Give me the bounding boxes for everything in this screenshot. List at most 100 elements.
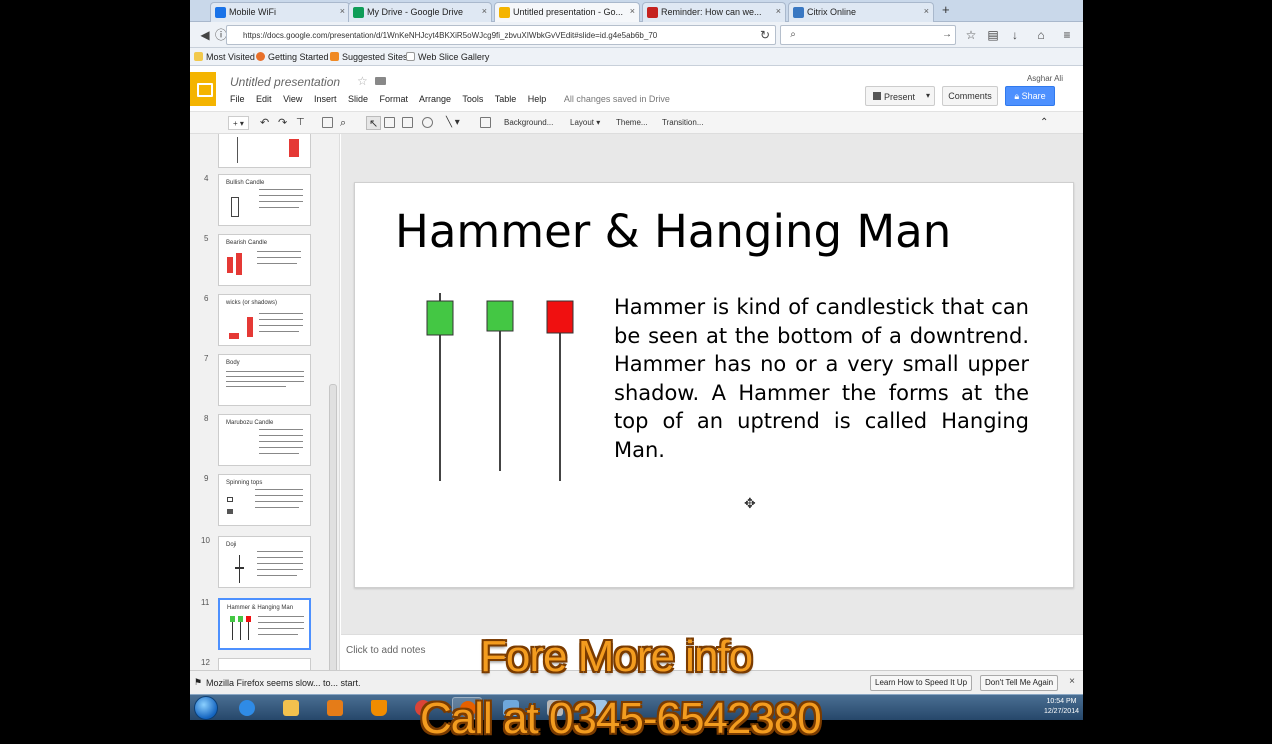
thumb-wick (237, 137, 238, 163)
close-icon[interactable]: × (340, 6, 345, 16)
bookmarks-toolbar: Most Visited Getting Started Suggested S… (190, 48, 1083, 66)
collapse-icon[interactable]: ⌃ (1040, 116, 1048, 130)
slide-thumbnail-8[interactable]: Marubozu Candle (218, 414, 311, 466)
learn-speed-up-button[interactable]: Learn How to Speed It Up (870, 675, 973, 691)
filmstrip-scrollbar[interactable] (329, 384, 337, 670)
menu-icon[interactable]: ≡ (1058, 26, 1076, 44)
slide-title[interactable]: Hammer & Hanging Man (395, 205, 951, 258)
folder-icon[interactable] (375, 77, 386, 85)
close-icon[interactable]: × (630, 6, 635, 16)
search-input[interactable] (780, 25, 956, 45)
tab-google-drive[interactable]: My Drive - Google Drive × (348, 2, 492, 22)
menu-bar: File Edit View Insert Slide Format Arran… (230, 94, 679, 104)
layout-button[interactable]: Layout ▾ (570, 116, 600, 130)
slide-thumbnail-3[interactable] (218, 134, 311, 168)
slide-filmstrip[interactable]: 4 Bullish Candle 5 Bearish Candle 6 wick… (190, 134, 340, 670)
star-icon[interactable]: ☆ (962, 26, 980, 44)
share-button[interactable]: 🔒︎ Share (1005, 86, 1055, 106)
vlc-icon (371, 700, 387, 716)
thumb-candle (236, 253, 242, 275)
slide-thumbnail-5[interactable]: Bearish Candle (218, 234, 311, 286)
slide-thumbnail-11[interactable]: Hammer & Hanging Man (218, 598, 311, 650)
slide-thumbnail-10[interactable]: Doji (218, 536, 311, 588)
tab-reminder[interactable]: Reminder: How can we... × (642, 2, 786, 22)
system-clock[interactable]: 10:54 PM 12/27/2014 (1044, 697, 1079, 717)
menu-edit[interactable]: Edit (256, 94, 272, 104)
slide-canvas[interactable]: Hammer & Hanging Man Hammer is kind of c… (354, 182, 1074, 588)
menu-insert[interactable]: Insert (314, 94, 337, 104)
comment-icon[interactable] (480, 117, 491, 128)
close-icon[interactable]: × (482, 6, 487, 16)
thumb-wick (232, 622, 233, 640)
close-icon[interactable]: × (1069, 676, 1075, 687)
tab-bar: Mobile WiFi × My Drive - Google Drive × … (190, 0, 1083, 22)
new-slide-button[interactable]: + ▾ (228, 116, 249, 130)
undo-icon[interactable]: ↶ (260, 116, 269, 130)
bookmarks-menu-icon[interactable]: ▤ (984, 26, 1002, 44)
thumb-candle (227, 509, 233, 514)
slides-logo-icon[interactable] (190, 72, 216, 106)
slide-thumbnail-4[interactable]: Bullish Candle (218, 174, 311, 226)
menu-table[interactable]: Table (495, 94, 517, 104)
url-field[interactable]: https://docs.google.com/presentation/d/1… (226, 25, 776, 45)
tab-untitled-presentation[interactable]: Untitled presentation - Go... × (494, 2, 640, 22)
candle-body-2 (486, 300, 514, 332)
redo-icon[interactable]: ↷ (278, 116, 287, 130)
candlestick-illustration[interactable] (415, 293, 585, 483)
present-button[interactable]: Present ▾ (865, 86, 935, 106)
close-icon[interactable]: × (776, 6, 781, 16)
shape-icon[interactable] (422, 117, 433, 128)
slide-thumbnail-7[interactable]: Body (218, 354, 311, 406)
paint-format-icon[interactable]: ⊤ (296, 116, 305, 130)
close-icon[interactable]: × (924, 6, 929, 16)
zoom-fit-icon[interactable] (322, 117, 333, 128)
taskbar-ie[interactable] (232, 697, 262, 719)
taskbar-explorer[interactable] (276, 697, 306, 719)
tab-citrix-online[interactable]: Citrix Online × (788, 2, 934, 22)
select-tool-icon[interactable]: ↖ (366, 116, 382, 130)
background-button[interactable]: Background... (504, 116, 553, 130)
download-icon[interactable]: ↓ (1006, 26, 1024, 44)
gmail-icon (647, 7, 658, 18)
taskbar-vlc[interactable] (364, 697, 394, 719)
go-arrow-icon[interactable]: → (938, 26, 956, 44)
home-icon[interactable]: ⌂ (1032, 26, 1050, 44)
bookmark-suggested-sites[interactable]: Suggested Sites (330, 52, 408, 62)
navigation-bar: ◀ ⓘ https://docs.google.com/presentation… (190, 22, 1083, 48)
new-tab-button[interactable]: + (942, 2, 950, 17)
dont-tell-me-again-button[interactable]: Don't Tell Me Again (980, 675, 1059, 691)
menu-format[interactable]: Format (380, 94, 409, 104)
start-button[interactable] (194, 696, 218, 720)
theme-button[interactable]: Theme... (616, 116, 648, 130)
slide-thumbnail-12[interactable] (218, 658, 311, 670)
star-icon[interactable]: ☆ (357, 74, 368, 88)
menu-slide[interactable]: Slide (348, 94, 368, 104)
bookmark-most-visited[interactable]: Most Visited (194, 52, 255, 62)
comments-button[interactable]: Comments (942, 86, 998, 106)
line-icon[interactable]: ╲ ▾ (446, 116, 460, 130)
transition-button[interactable]: Transition... (662, 116, 704, 130)
menu-tools[interactable]: Tools (462, 94, 483, 104)
wifi-icon (215, 7, 226, 18)
move-cursor-icon: ✥ (744, 495, 756, 511)
menu-file[interactable]: File (230, 94, 245, 104)
text-box-icon[interactable] (384, 117, 395, 128)
image-icon[interactable] (402, 117, 413, 128)
slide-thumbnail-6[interactable]: wicks (or shadows) (218, 294, 311, 346)
menu-help[interactable]: Help (528, 94, 547, 104)
bookmark-web-slice-gallery[interactable]: Web Slice Gallery (406, 52, 489, 62)
zoom-icon[interactable]: ⌕ (340, 116, 346, 130)
chevron-down-icon[interactable]: ▾ (926, 91, 930, 100)
tab-mobile-wifi[interactable]: Mobile WiFi × (210, 2, 350, 22)
taskbar-media[interactable] (320, 697, 350, 719)
thumb-wick (240, 622, 241, 640)
reload-icon[interactable]: ↻ (756, 26, 774, 44)
user-name[interactable]: Asghar Ali (1027, 74, 1063, 83)
document-title[interactable]: Untitled presentation (230, 75, 340, 89)
menu-arrange[interactable]: Arrange (419, 94, 451, 104)
slide-thumbnail-9[interactable]: Spinning tops (218, 474, 311, 526)
menu-view[interactable]: View (283, 94, 302, 104)
slides-icon (499, 7, 510, 18)
slide-body-text[interactable]: Hammer is kind of candlestick that can b… (614, 293, 1029, 465)
bookmark-getting-started[interactable]: Getting Started (256, 52, 329, 62)
